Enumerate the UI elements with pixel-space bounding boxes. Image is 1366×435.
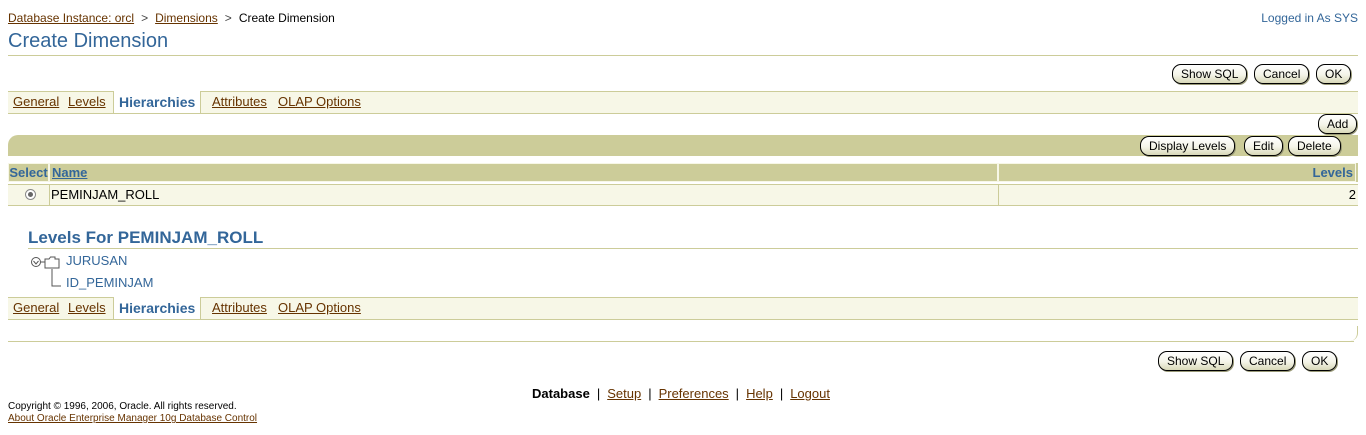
section-divider <box>28 248 1358 249</box>
copyright-text: Copyright © 1996, 2006, Oracle. All righ… <box>8 401 237 412</box>
footer-link-database[interactable]: Database <box>532 386 590 401</box>
show-sql-button[interactable]: Show SQL <box>1172 64 1248 84</box>
column-header-select: Select <box>8 163 49 182</box>
ok-button[interactable]: OK <box>1302 351 1338 371</box>
table-row: PEMINJAM_ROLL 2 <box>8 184 1358 206</box>
display-levels-button[interactable]: Display Levels <box>1140 136 1236 156</box>
show-sql-button[interactable]: Show SQL <box>1158 351 1234 371</box>
breadcrumb-link-dimensions[interactable]: Dimensions <box>155 11 218 25</box>
footer-separator: | <box>735 386 740 401</box>
edit-button[interactable]: Edit <box>1244 136 1283 156</box>
logged-in-label: Logged in As SYS <box>1261 11 1358 25</box>
footer-separator: | <box>596 386 601 401</box>
content-divider-corner <box>1349 326 1358 341</box>
row-levels: 2 <box>1348 187 1356 202</box>
folder-icon <box>44 256 60 269</box>
levels-section-title: Levels For PEMINJAM_ROLL <box>28 228 264 247</box>
tab-attributes[interactable]: Attributes <box>212 94 267 109</box>
tab-levels[interactable]: Levels <box>68 300 106 315</box>
breadcrumb-separator: > <box>141 11 149 25</box>
tab-general[interactable]: General <box>13 300 59 315</box>
page-title: Create Dimension <box>8 30 169 52</box>
footer-links: Database | Setup | Preferences | Help | Logout <box>532 386 830 401</box>
column-header-name-cell: Name <box>49 163 998 182</box>
content-divider <box>8 341 1354 342</box>
footer-separator: | <box>779 386 784 401</box>
breadcrumb: Database Instance: orcl > Dimensions > Creat… <box>8 11 335 25</box>
tab-hierarchies[interactable]: Hierarchies <box>113 297 202 319</box>
tree-branch-icon <box>51 269 61 287</box>
breadcrumb-separator: > <box>224 11 232 25</box>
footer-link-setup[interactable]: Setup <box>607 386 641 401</box>
breadcrumb-current: Create Dimension <box>238 11 335 25</box>
tree-item-level-1[interactable]: JURUSAN <box>66 253 127 268</box>
delete-button[interactable]: Delete <box>1288 136 1341 156</box>
footer-separator: | <box>648 386 652 401</box>
ok-button[interactable]: OK <box>1316 64 1352 84</box>
tab-hierarchies[interactable]: Hierarchies <box>113 91 202 113</box>
footer-link-help[interactable]: Help <box>746 386 773 401</box>
add-button[interactable]: Add <box>1318 114 1358 134</box>
footer-link-logout[interactable]: Logout <box>790 386 830 401</box>
row-name: PEMINJAM_ROLL <box>51 187 160 202</box>
cell-divider <box>998 185 999 205</box>
cancel-button[interactable]: Cancel <box>1240 351 1296 371</box>
tab-levels[interactable]: Levels <box>68 94 106 109</box>
tab-general[interactable]: General <box>13 94 59 109</box>
tree-item-level-2[interactable]: ID_PEMINJAM <box>66 275 153 290</box>
column-header-name[interactable]: Name <box>49 163 998 182</box>
tab-olap-options[interactable]: OLAP Options <box>278 300 361 315</box>
tab-bar-top: General Levels Hierarchies Attributes OL… <box>8 91 1358 114</box>
about-link[interactable]: About Oracle Enterprise Manager 10g Data… <box>8 413 257 424</box>
tab-bar-bottom: General Levels Hierarchies Attributes OL… <box>8 297 1358 320</box>
breadcrumb-link-database-instance[interactable]: Database Instance: orcl <box>8 11 134 25</box>
column-header-select-cell: Select <box>8 163 49 182</box>
footer-link-preferences[interactable]: Preferences <box>659 386 729 401</box>
column-header-levels: Levels <box>998 163 1356 182</box>
tree-collapse-icon <box>31 257 41 267</box>
cell-divider <box>49 185 50 205</box>
column-header-levels-cell: Levels <box>998 163 1358 182</box>
cancel-button[interactable]: Cancel <box>1254 64 1310 84</box>
radio-selected-icon[interactable] <box>25 189 36 200</box>
tab-attributes[interactable]: Attributes <box>212 300 267 315</box>
tab-olap-options[interactable]: OLAP Options <box>278 94 361 109</box>
title-divider <box>8 55 1358 56</box>
hierarchy-tree-graphic <box>31 256 61 287</box>
